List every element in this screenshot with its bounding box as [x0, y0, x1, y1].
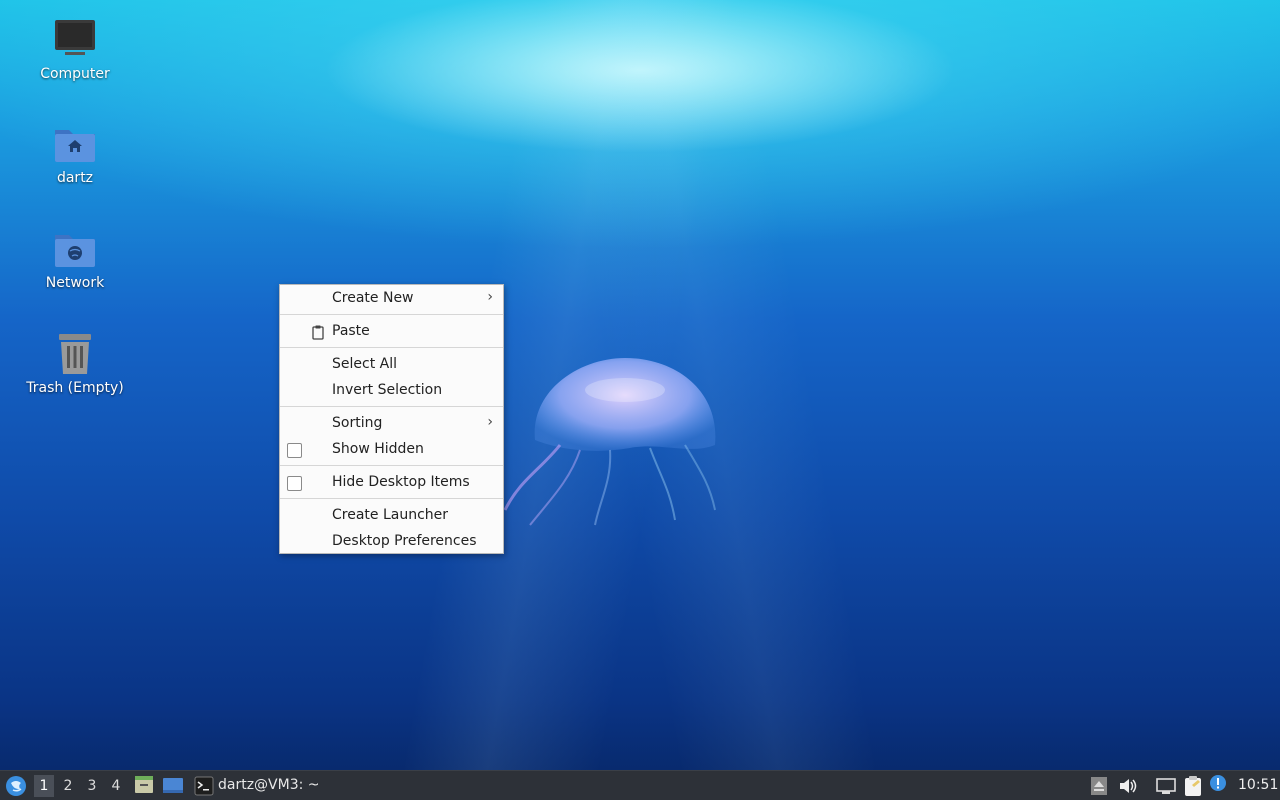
- desktop-icon-trash[interactable]: Trash (Empty): [20, 330, 130, 396]
- taskbar-task-terminal[interactable]: dartz@VM3: ~: [192, 774, 342, 798]
- workspace-2[interactable]: 2: [58, 775, 78, 797]
- menu-item-show-hidden[interactable]: Show Hidden: [280, 437, 503, 463]
- desktop-icon-label: Trash (Empty): [26, 380, 124, 396]
- menu-separator: [280, 347, 503, 348]
- desktop-icon-network[interactable]: Network: [20, 225, 130, 291]
- workspace-1[interactable]: 1: [34, 775, 54, 797]
- terminal-icon: [194, 776, 214, 796]
- desktop-icon-label: Computer: [40, 66, 110, 82]
- desktop-icon-computer[interactable]: Computer: [20, 16, 130, 82]
- menu-item-create-launcher[interactable]: Create Launcher: [280, 503, 503, 529]
- lxqt-logo-icon[interactable]: [5, 775, 27, 797]
- wallpaper-jellyfish: [503, 358, 716, 526]
- menu-item-label: Select All: [332, 356, 397, 372]
- menu-separator: [280, 406, 503, 407]
- desktop-icon-home[interactable]: dartz: [20, 120, 130, 186]
- menu-item-desktop-preferences[interactable]: Desktop Preferences: [280, 529, 503, 555]
- clipboard-icon[interactable]: [1182, 775, 1204, 797]
- trash-icon: [59, 334, 91, 374]
- menu-item-label: Desktop Preferences: [332, 533, 477, 549]
- menu-item-label: Hide Desktop Items: [332, 474, 470, 490]
- menu-item-label: Invert Selection: [332, 382, 443, 398]
- desktop-icon-label: dartz: [56, 170, 94, 186]
- chevron-right-icon: ›: [487, 289, 493, 305]
- menu-separator: [280, 314, 503, 315]
- clock[interactable]: 10:51: [1238, 777, 1278, 793]
- workspace-3[interactable]: 3: [82, 775, 102, 797]
- menu-item-invert-selection[interactable]: Invert Selection: [280, 378, 503, 404]
- menu-item-sorting[interactable]: Sorting ›: [280, 411, 503, 437]
- home-folder-icon: [55, 130, 95, 162]
- chevron-right-icon: ›: [487, 414, 493, 430]
- computer-icon: [55, 20, 95, 55]
- workspace-4[interactable]: 4: [106, 775, 126, 797]
- menu-separator: [280, 465, 503, 466]
- menu-item-create-new[interactable]: Create New ›: [280, 286, 503, 312]
- menu-item-label: Show Hidden: [332, 441, 424, 457]
- network-folder-icon: [55, 235, 95, 267]
- file-manager-icon[interactable]: [134, 775, 154, 795]
- desktop-context-menu: Create New › Paste Select All Invert Sel…: [279, 284, 504, 554]
- clipboard-icon: [312, 325, 324, 340]
- menu-item-label: Create New: [332, 290, 414, 306]
- network-icon[interactable]: [1155, 776, 1177, 796]
- task-label: dartz@VM3: ~: [218, 777, 320, 793]
- eject-icon[interactable]: [1090, 776, 1108, 796]
- show-desktop-icon[interactable]: [162, 776, 184, 796]
- menu-item-label: Create Launcher: [332, 507, 449, 523]
- menu-item-label: Sorting: [332, 415, 383, 431]
- menu-item-label: Paste: [332, 323, 370, 339]
- menu-item-select-all[interactable]: Select All: [280, 352, 503, 378]
- menu-item-hide-desktop-items[interactable]: Hide Desktop Items: [280, 470, 503, 496]
- show-hidden-checkbox[interactable]: [287, 443, 302, 458]
- hide-desktop-items-checkbox[interactable]: [287, 476, 302, 491]
- menu-separator: [280, 498, 503, 499]
- menu-item-paste[interactable]: Paste: [280, 319, 503, 345]
- update-notifier-icon[interactable]: [1208, 774, 1228, 794]
- taskbar: 1 2 3 4 dartz@VM3: ~ 10:51: [0, 770, 1280, 800]
- volume-icon[interactable]: [1118, 776, 1138, 796]
- desktop-icon-label: Network: [45, 275, 105, 291]
